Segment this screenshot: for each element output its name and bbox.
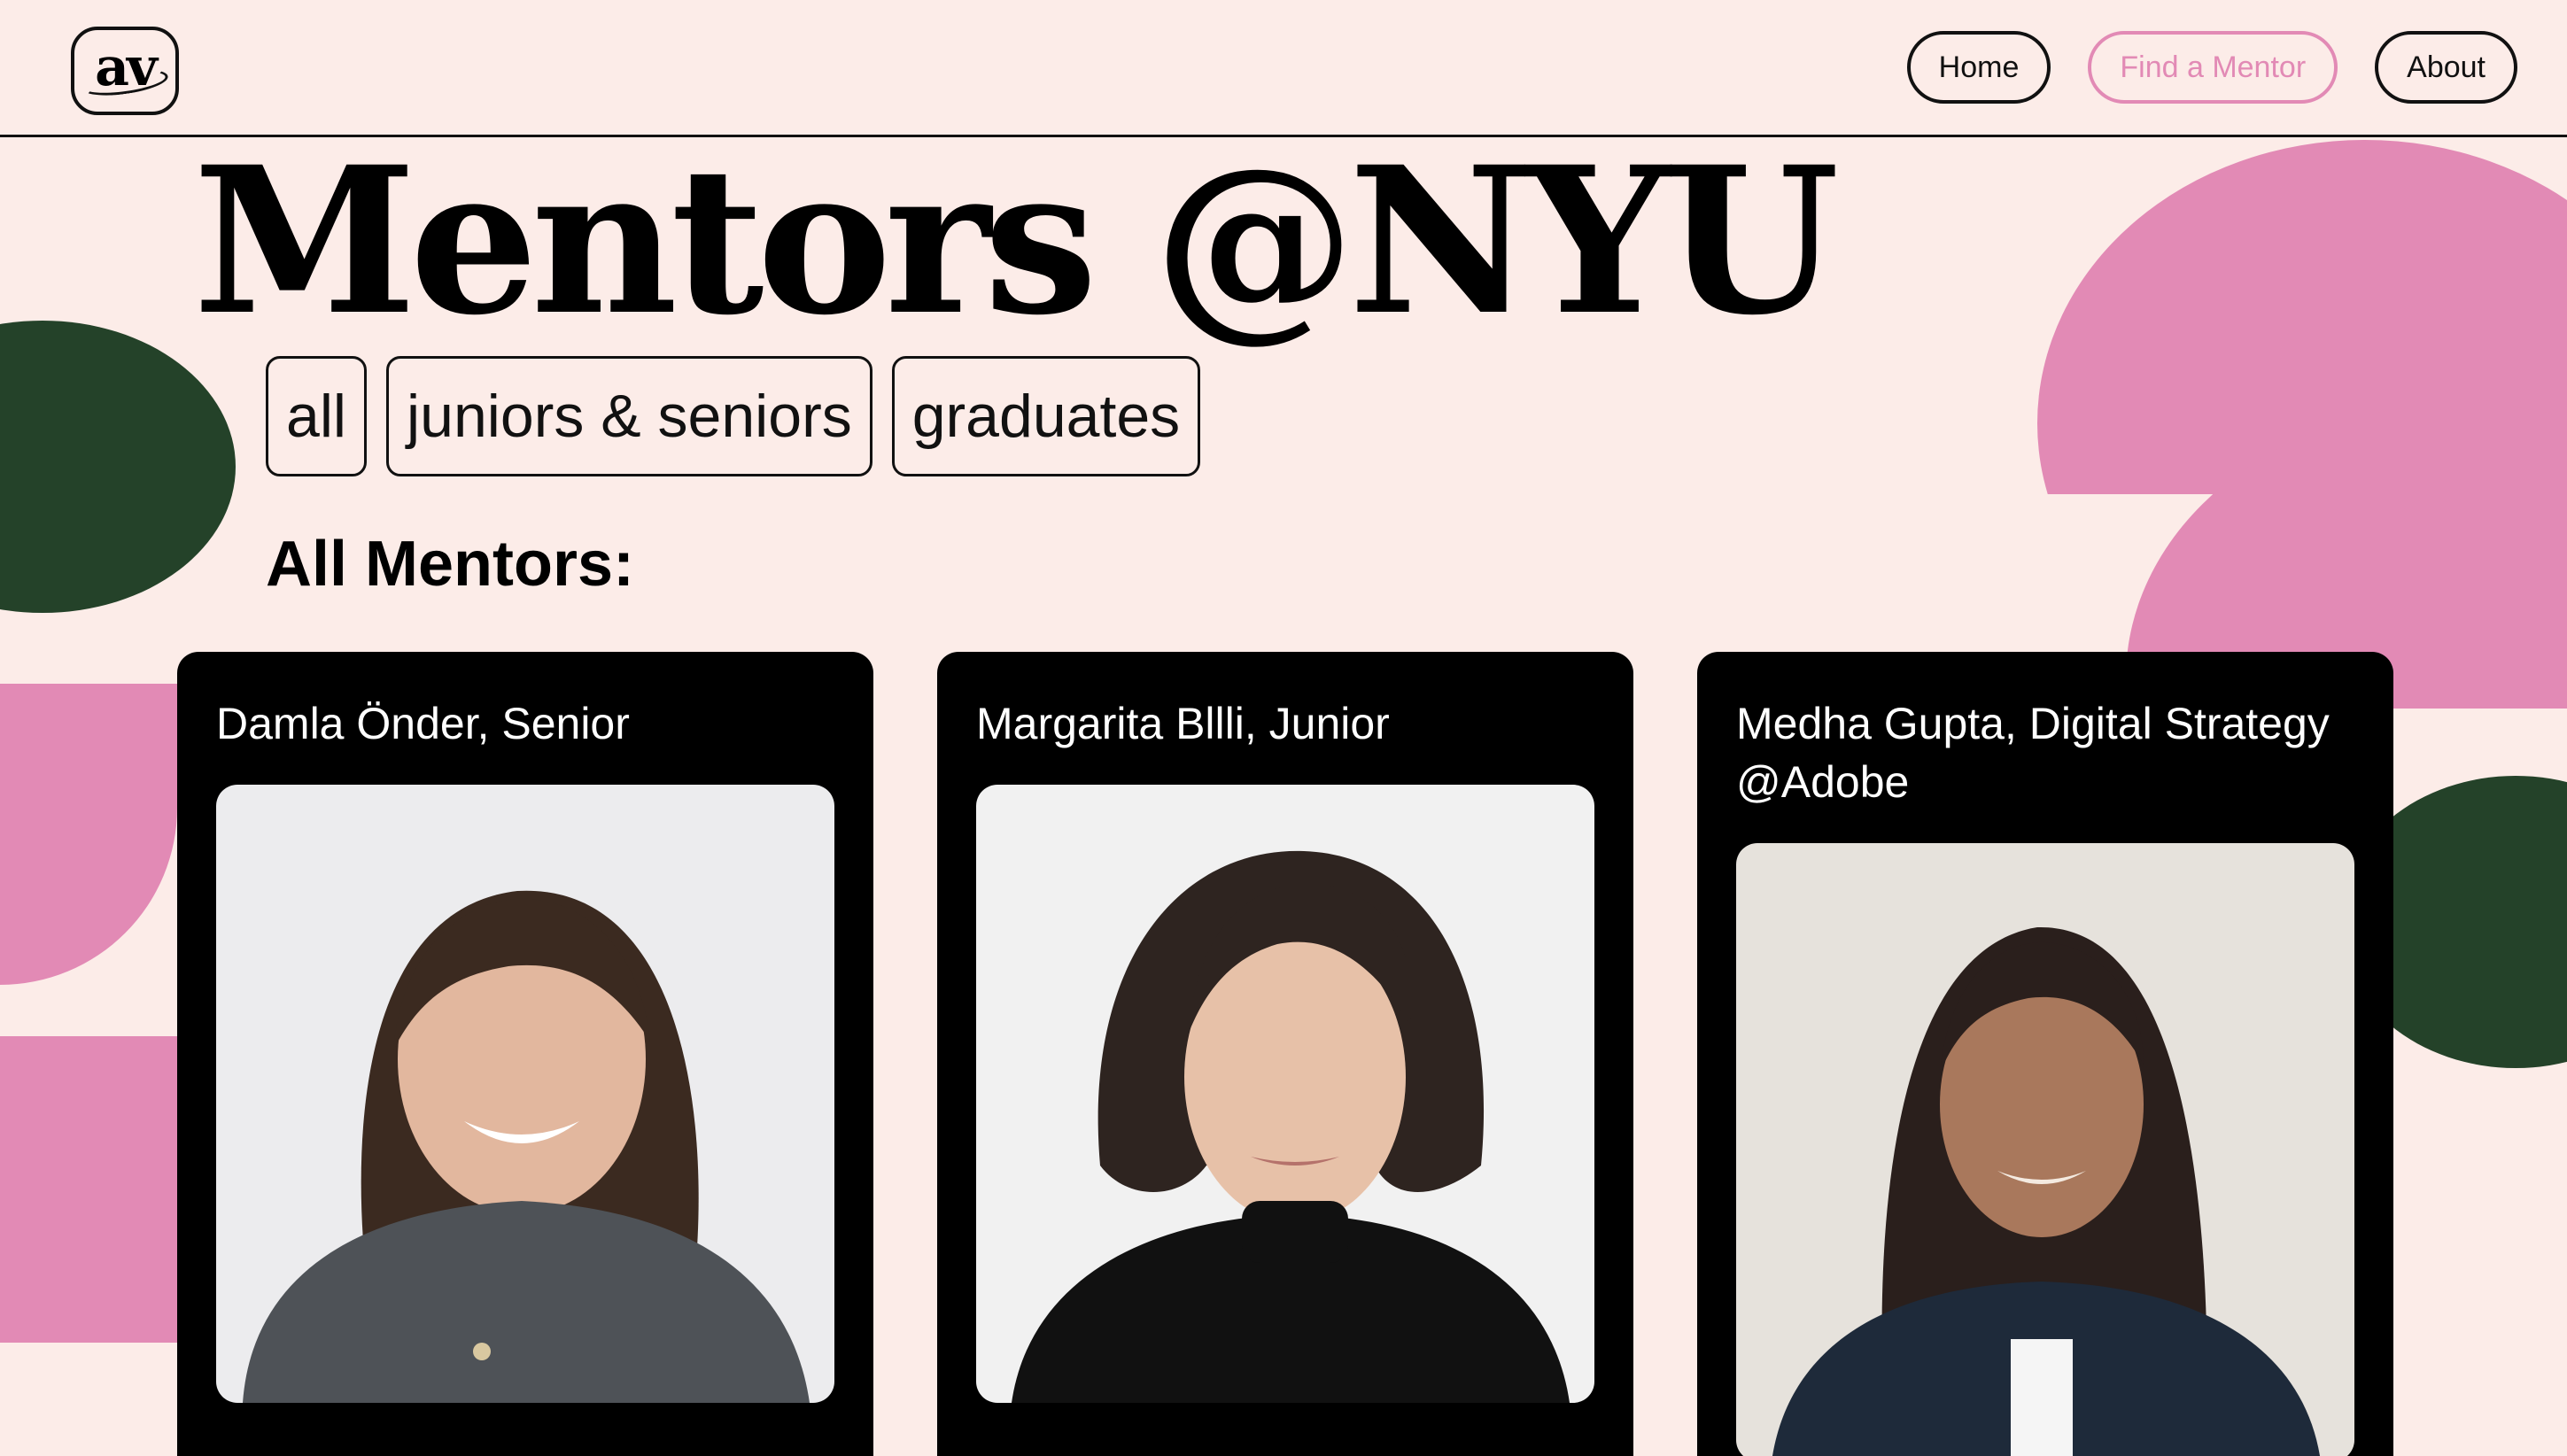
main-nav: Home Find a Mentor About <box>1906 31 2517 104</box>
mentor-name: Medha Gupta, Digital Strategy @Adobe <box>1736 699 2330 807</box>
mentor-card[interactable]: Margarita Bllli, Junior <box>937 652 1633 1456</box>
mentor-name: Damla Önder, Senior <box>216 699 630 748</box>
filter-juniors-seniors-button[interactable]: juniors & seniors <box>386 356 872 476</box>
person-silhouette-icon <box>243 890 810 1403</box>
decorative-pink-shape-left-2 <box>0 1036 177 1343</box>
mentor-photo <box>1736 843 2354 1456</box>
nav-about-button[interactable]: About <box>2375 31 2517 104</box>
mentor-photo <box>976 785 1594 1403</box>
page-title: Mentors @NYU <box>193 122 1839 360</box>
filter-all-button[interactable]: all <box>266 356 368 476</box>
person-silhouette-icon <box>1012 850 1570 1403</box>
header: av Home Find a Mentor About <box>0 0 2567 137</box>
mentor-card[interactable]: Damla Önder, Senior <box>177 652 873 1456</box>
nav-find-a-mentor-button[interactable]: Find a Mentor <box>2088 31 2338 104</box>
mentor-card[interactable]: Medha Gupta, Digital Strategy @Adobe <box>1697 652 2393 1456</box>
logo[interactable]: av <box>71 27 179 115</box>
decorative-green-circle-left <box>0 321 236 613</box>
section-heading: All Mentors: <box>266 529 635 600</box>
mentor-name: Margarita Bllli, Junior <box>976 699 1390 748</box>
nav-home-button[interactable]: Home <box>1906 31 2051 104</box>
person-silhouette-icon <box>1772 926 2320 1456</box>
mentor-photo <box>216 785 834 1403</box>
page: av Home Find a Mentor About Mentors @NYU… <box>0 0 2567 1456</box>
filter-graduates-button[interactable]: graduates <box>891 356 1201 476</box>
decorative-pink-shape-left-1 <box>0 684 177 985</box>
mentor-filter-group: all juniors & seniors graduates <box>266 356 1201 476</box>
mentor-card-list: Damla Önder, Senior Margarita Bllli, Jun… <box>177 652 2393 1456</box>
